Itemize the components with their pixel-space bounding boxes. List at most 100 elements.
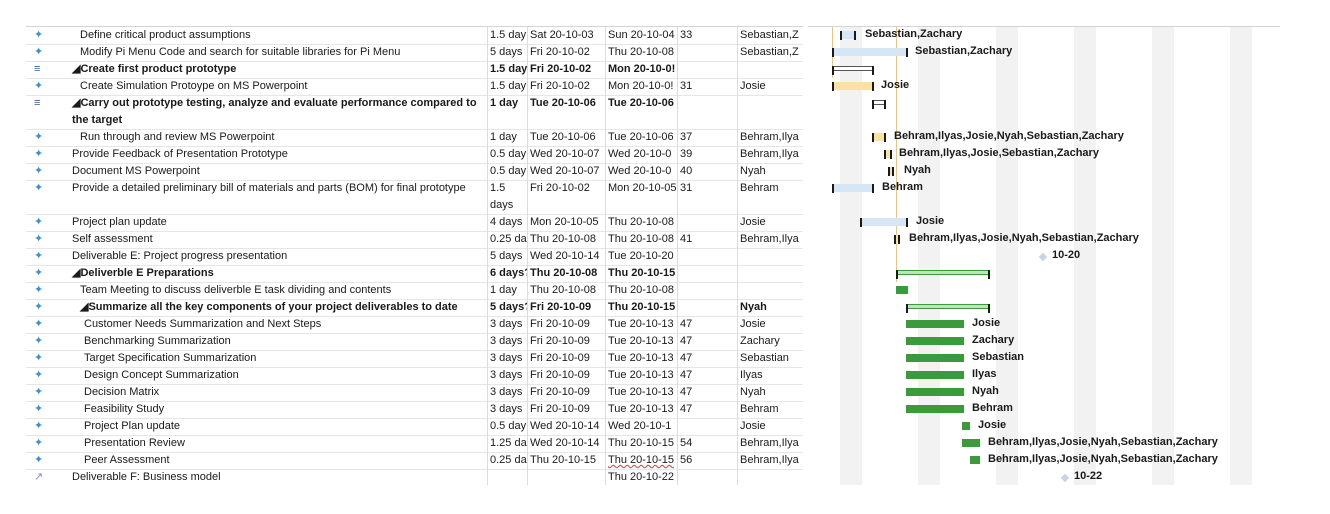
resource-names-cell[interactable]	[738, 282, 803, 299]
duration-cell[interactable]: 3 days	[488, 401, 528, 418]
start-date-cell[interactable]: Wed 20-10-14	[528, 418, 606, 435]
task-name-cell[interactable]: Modify Pi Menu Code and search for suita…	[70, 44, 488, 61]
start-date-cell[interactable]: Fri 20-10-02	[528, 61, 606, 78]
predecessors-cell[interactable]: 39	[678, 146, 738, 163]
predecessors-cell[interactable]: 37	[678, 129, 738, 146]
start-date-cell[interactable]: Fri 20-10-09	[528, 350, 606, 367]
start-date-cell[interactable]: Fri 20-10-09	[528, 333, 606, 350]
start-date-cell[interactable]: Fri 20-10-09	[528, 316, 606, 333]
task-name-cell[interactable]: Create Simulation Protoype on MS Powerpo…	[70, 78, 488, 95]
start-date-cell[interactable]: Wed 20-10-07	[528, 163, 606, 180]
start-date-cell[interactable]: Sat 20-10-03	[528, 27, 606, 44]
resource-names-cell[interactable]: Josie	[738, 78, 803, 95]
duration-cell[interactable]: 1.25 da	[488, 435, 528, 452]
predecessors-cell[interactable]: 47	[678, 384, 738, 401]
duration-cell[interactable]: 3 days	[488, 384, 528, 401]
task-name-cell[interactable]: Self assessment	[70, 231, 488, 248]
table-row[interactable]: ✦ Provide a detailed preliminary bill of …	[26, 180, 803, 215]
finish-date-cell[interactable]: Thu 20-10-15	[606, 452, 678, 469]
table-row[interactable]: ✦ Modify Pi Menu Code and search for suit…	[26, 44, 803, 62]
duration-cell[interactable]: 6 days?	[488, 265, 528, 282]
finish-date-cell[interactable]: Thu 20-10-08	[606, 44, 678, 61]
duration-cell[interactable]: 0.25 da	[488, 452, 528, 469]
task-name-cell[interactable]: Project plan update	[70, 214, 488, 231]
start-date-cell[interactable]: Fri 20-10-09	[528, 401, 606, 418]
start-date-cell[interactable]: Fri 20-10-02	[528, 78, 606, 95]
duration-cell[interactable]: 0.5 day	[488, 418, 528, 435]
gantt-task-bar[interactable]	[832, 82, 872, 90]
resource-names-cell[interactable]: Sebastian,Z	[738, 27, 803, 44]
finish-date-cell[interactable]: Sun 20-10-04	[606, 27, 678, 44]
start-date-cell[interactable]: Fri 20-10-09	[528, 384, 606, 401]
gantt-task-bar[interactable]	[962, 439, 980, 447]
resource-names-cell[interactable]: Josie	[738, 214, 803, 231]
start-date-cell[interactable]: Wed 20-10-14	[528, 248, 606, 265]
table-row[interactable]: ✦ Decision Matrix 3 days Fri 20-10-09 Tue 20…	[26, 384, 803, 402]
finish-date-cell[interactable]: Mon 20-10-05	[606, 180, 678, 214]
duration-cell[interactable]: 5 days	[488, 248, 528, 265]
resource-names-cell[interactable]: Zachary	[738, 333, 803, 350]
gantt-task-bar[interactable]	[832, 184, 872, 192]
task-name-cell[interactable]: Run through and review MS Powerpoint	[70, 129, 488, 146]
duration-cell[interactable]: 1 day	[488, 95, 528, 129]
finish-date-cell[interactable]: Tue 20-10-13	[606, 384, 678, 401]
predecessors-cell[interactable]: 56	[678, 452, 738, 469]
predecessors-cell[interactable]: 47	[678, 350, 738, 367]
duration-cell[interactable]: 4 days	[488, 214, 528, 231]
start-date-cell[interactable]: Tue 20-10-06	[528, 129, 606, 146]
finish-date-cell[interactable]: Tue 20-10-06	[606, 129, 678, 146]
finish-date-cell[interactable]: Wed 20-10-0	[606, 146, 678, 163]
gantt-task-bar[interactable]	[906, 337, 964, 345]
duration-cell[interactable]: 0.5 day	[488, 146, 528, 163]
table-row[interactable]: ✦ Document MS Powerpoint 0.5 day Wed 20-10-…	[26, 163, 803, 181]
finish-date-cell[interactable]: Tue 20-10-13	[606, 316, 678, 333]
start-date-cell[interactable]: Thu 20-10-08	[528, 282, 606, 299]
gantt-task-bar[interactable]	[906, 388, 964, 396]
duration-cell[interactable]: 1.5 day	[488, 27, 528, 44]
start-date-cell[interactable]: Fri 20-10-09	[528, 367, 606, 384]
task-name-cell[interactable]: Benchmarking Summarization	[70, 333, 488, 350]
gantt-task-bar[interactable]	[970, 456, 980, 464]
start-date-cell[interactable]: Mon 20-10-05	[528, 214, 606, 231]
milestone-marker[interactable]	[1060, 473, 1070, 483]
table-row[interactable]: ✦ Design Concept Summarization 3 days Fri 2…	[26, 367, 803, 385]
resource-names-cell[interactable]	[738, 265, 803, 282]
resource-names-cell[interactable]	[738, 469, 803, 485]
resource-names-cell[interactable]: Nyah	[738, 384, 803, 401]
table-row[interactable]: ✦ Peer Assessment 0.25 da Thu 20-10-15 Thu 2…	[26, 452, 803, 470]
table-row[interactable]: ✦ Project Plan update 0.5 day Wed 20-10-14 W…	[26, 418, 803, 436]
gantt-task-bar[interactable]	[906, 354, 964, 362]
predecessors-cell[interactable]: 31	[678, 78, 738, 95]
table-row[interactable]: ✦ Target Specification Summarization 3 day…	[26, 350, 803, 368]
task-name-cell[interactable]: Feasibility Study	[70, 401, 488, 418]
task-name-cell[interactable]: ◢Create first product prototype	[70, 61, 488, 78]
table-row[interactable]: ✦ Deliverable E: Project progress present…	[26, 248, 803, 266]
predecessors-cell[interactable]	[678, 44, 738, 61]
predecessors-cell[interactable]	[678, 299, 738, 316]
table-row[interactable]: ≡ ◢Create first product prototype 1.5 day F…	[26, 61, 803, 79]
predecessors-cell[interactable]	[678, 418, 738, 435]
gantt-task-bar[interactable]	[840, 31, 854, 39]
task-name-cell[interactable]: Define critical product assumptions	[70, 27, 488, 44]
task-name-cell[interactable]: Deliverable E: Project progress presenta…	[70, 248, 488, 265]
gantt-task-bar[interactable]	[906, 320, 964, 328]
predecessors-cell[interactable]: 47	[678, 401, 738, 418]
duration-cell[interactable]: 3 days	[488, 367, 528, 384]
milestone-marker[interactable]	[1038, 252, 1048, 262]
gantt-task-bar[interactable]	[832, 48, 906, 56]
table-row[interactable]: ✦ Define critical product assumptions 1.5 …	[26, 27, 803, 45]
predecessors-cell[interactable]	[678, 61, 738, 78]
task-name-cell[interactable]: ◢Deliverble E Preparations	[70, 265, 488, 282]
resource-names-cell[interactable]: Nyah	[738, 299, 803, 316]
start-date-cell[interactable]: Tue 20-10-06	[528, 95, 606, 129]
resource-names-cell[interactable]: Behram	[738, 401, 803, 418]
finish-date-cell[interactable]: Wed 20-10-0	[606, 163, 678, 180]
finish-date-cell[interactable]: Thu 20-10-15	[606, 299, 678, 316]
finish-date-cell[interactable]: Tue 20-10-06	[606, 95, 678, 129]
finish-date-cell[interactable]: Tue 20-10-13	[606, 350, 678, 367]
finish-date-cell[interactable]: Mon 20-10-0!	[606, 78, 678, 95]
task-name-cell[interactable]: Decision Matrix	[70, 384, 488, 401]
table-row[interactable]: ✦ ◢Deliverble E Preparations 6 days? Thu 20…	[26, 265, 803, 283]
predecessors-cell[interactable]: 40	[678, 163, 738, 180]
finish-date-cell[interactable]: Tue 20-10-13	[606, 333, 678, 350]
